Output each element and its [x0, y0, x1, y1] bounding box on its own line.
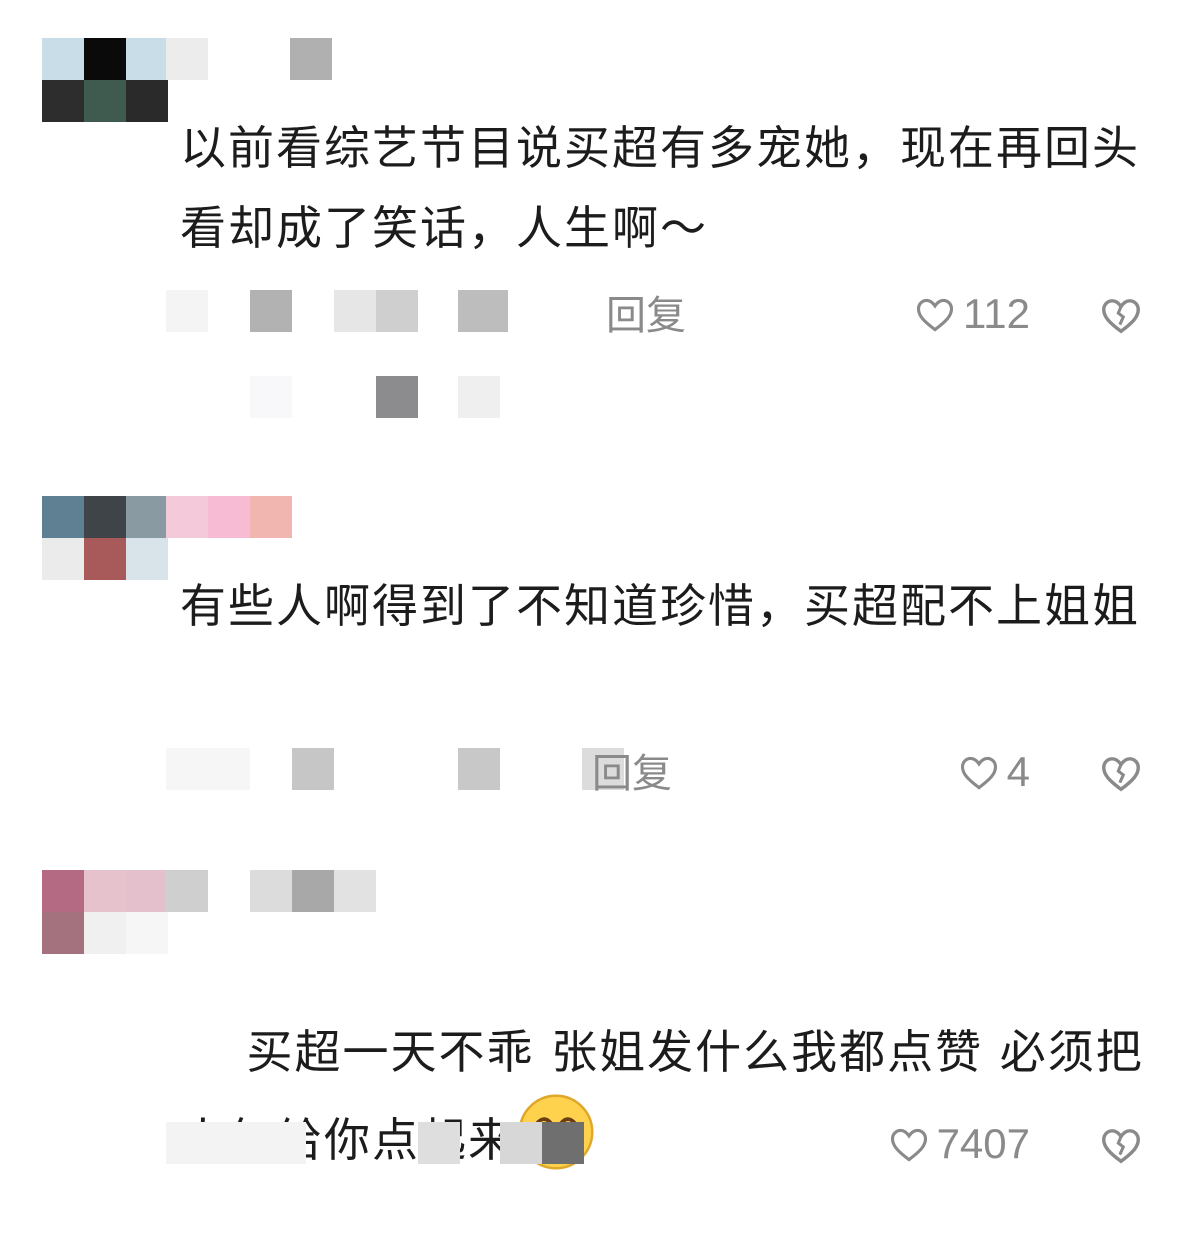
reply-button[interactable]: 回复: [606, 292, 686, 340]
broken-heart-icon[interactable]: [1098, 292, 1144, 338]
like-count: 112: [963, 290, 1030, 337]
like-button[interactable]: 112: [913, 290, 1030, 338]
heart-outline-icon: [890, 1128, 927, 1162]
reply-button[interactable]: 回复: [592, 750, 672, 798]
comment-text: 有些人啊得到了不知道珍惜，买超配不上姐姐: [180, 579, 1140, 633]
comment-text: 以前看综艺节目说买超有多宠她，现在再回头看却成了笑话，人生啊～: [180, 121, 1140, 255]
like-button[interactable]: 4: [957, 748, 1030, 796]
heart-outline-icon: [960, 756, 997, 790]
like-count: 7407: [936, 1120, 1030, 1167]
broken-heart-icon[interactable]: [1098, 750, 1144, 796]
broken-heart-icon[interactable]: [1098, 1122, 1144, 1168]
comment-text: 买超一天不乖 张姐发什么我都点赞 必须把人气给你点起来: [180, 932, 1150, 1260]
heart-outline-icon: [916, 298, 954, 332]
like-button[interactable]: 7407: [887, 1120, 1030, 1168]
like-count: 4: [1006, 748, 1030, 795]
